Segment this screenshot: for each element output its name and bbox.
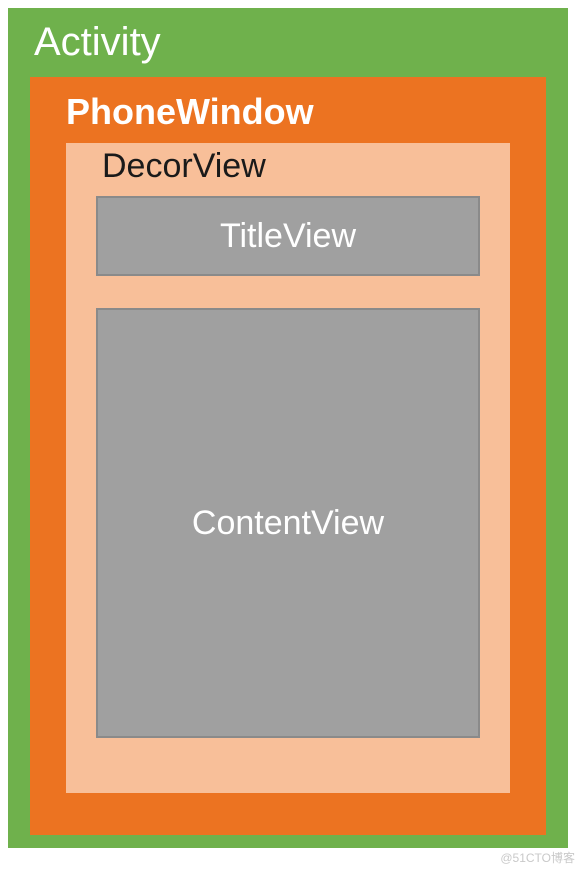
activity-label: Activity (34, 20, 546, 65)
titleview-label: TitleView (220, 217, 356, 256)
phonewindow-label: PhoneWindow (66, 91, 510, 133)
watermark-text: @51CTO博客 (500, 849, 575, 866)
contentview-container: ContentView (96, 308, 480, 738)
contentview-label: ContentView (192, 504, 384, 543)
activity-container: Activity PhoneWindow DecorView TitleView… (8, 8, 568, 848)
phonewindow-container: PhoneWindow DecorView TitleView ContentV… (30, 77, 546, 835)
titleview-container: TitleView (96, 196, 480, 276)
decorview-label: DecorView (102, 147, 480, 186)
decorview-container: DecorView TitleView ContentView (66, 143, 510, 793)
